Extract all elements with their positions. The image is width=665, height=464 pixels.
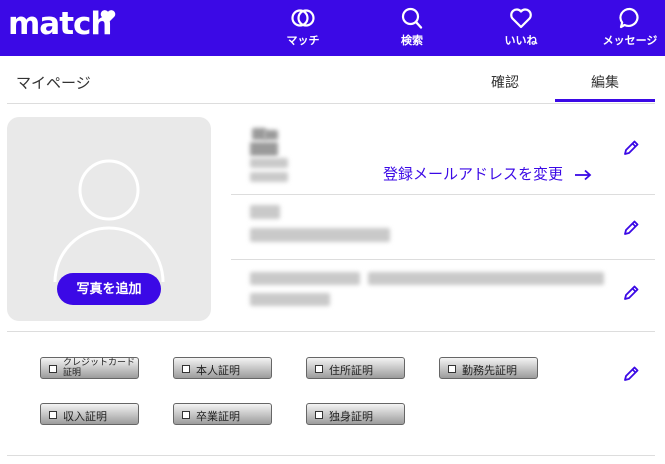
verification-label: 住所証明 (329, 364, 373, 377)
verification-label: 勤務先証明 (462, 364, 517, 377)
redacted-text (368, 272, 604, 285)
nav-messages-label: メッセージ (602, 34, 658, 47)
edit-pencil-icon[interactable] (622, 219, 640, 237)
page-title: マイページ (16, 74, 91, 92)
redacted-text (250, 158, 288, 168)
checkbox-icon (49, 365, 57, 373)
logo-heart-icon (100, 10, 116, 23)
arrow-right-icon (574, 169, 592, 180)
nav-match-label: マッチ (286, 34, 320, 47)
checkbox-icon (448, 365, 456, 373)
redacted-text (250, 142, 278, 156)
verification-label: 収入証明 (63, 410, 107, 423)
verification-badge-income[interactable]: 収入証明 (40, 403, 139, 425)
verification-badge-employer[interactable]: 勤務先証明 (439, 357, 538, 379)
section-divider (7, 331, 655, 332)
change-email-label: 登録メールアドレスを変更 (383, 165, 564, 183)
edit-pencil-icon[interactable] (622, 139, 640, 157)
heart-icon (510, 8, 532, 29)
nav-likes-label: いいね (504, 34, 538, 47)
verification-label: 本人証明 (196, 364, 240, 377)
active-tab-indicator (555, 99, 655, 102)
tab-edit[interactable]: 編集 (555, 72, 655, 92)
nav-likes[interactable]: いいね (486, 6, 556, 48)
nav-match[interactable]: マッチ (268, 6, 338, 48)
checkbox-icon (315, 411, 323, 419)
row-divider (231, 194, 655, 195)
match-rings-icon (291, 9, 315, 27)
verification-label: 独身証明 (329, 410, 373, 423)
verification-badge-identity[interactable]: 本人証明 (173, 357, 272, 379)
verification-badge-credit-card[interactable]: クレジットカード証明 (40, 357, 139, 379)
edit-pencil-icon[interactable] (622, 365, 640, 383)
header-divider (7, 103, 655, 104)
verification-label: クレジットカード証明 (63, 358, 136, 378)
redacted-text (250, 293, 330, 306)
nav-messages[interactable]: メッセージ (595, 6, 665, 48)
verification-badge-address[interactable]: 住所証明 (306, 357, 405, 379)
redacted-text (250, 205, 280, 219)
match-logo[interactable]: match (8, 6, 112, 42)
section-divider (7, 455, 655, 456)
redacted-text (250, 228, 390, 242)
row-divider (231, 259, 655, 260)
checkbox-icon (315, 365, 323, 373)
add-photo-button[interactable]: 写真を追加 (57, 273, 161, 305)
nav-search[interactable]: 検索 (377, 6, 447, 48)
checkbox-icon (182, 365, 190, 373)
nav-search-label: 検索 (401, 34, 423, 47)
redacted-text (250, 272, 360, 285)
verification-badge-graduation[interactable]: 卒業証明 (173, 403, 272, 425)
chat-bubble-icon (619, 7, 639, 29)
change-email-link[interactable]: 登録メールアドレスを変更 (383, 163, 592, 184)
verification-label: 卒業証明 (196, 410, 240, 423)
checkbox-icon (49, 411, 57, 419)
tab-view[interactable]: 確認 (455, 72, 555, 92)
verification-badge-single-status[interactable]: 独身証明 (306, 403, 405, 425)
checkbox-icon (182, 411, 190, 419)
redacted-text (250, 172, 288, 182)
edit-pencil-icon[interactable] (622, 284, 640, 302)
redacted-text (264, 130, 278, 140)
search-icon (401, 7, 423, 29)
top-nav-bar: match マッチ 検索 いいね メッセージ (0, 0, 665, 56)
